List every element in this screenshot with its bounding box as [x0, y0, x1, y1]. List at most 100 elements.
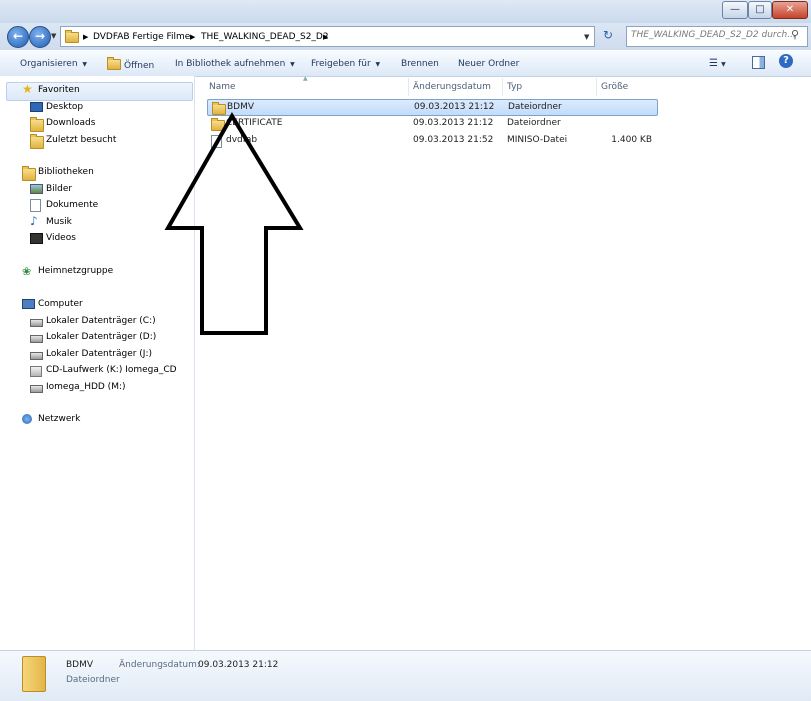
- maximize-button[interactable]: □: [748, 1, 772, 19]
- column-separator[interactable]: [502, 78, 503, 96]
- hard-drive-icon: [30, 319, 43, 327]
- search-placeholder: THE_WALKING_DEAD_S2_D2 durch...: [631, 30, 796, 40]
- nav-drive-j-label: Lokaler Datenträger (J:): [46, 349, 153, 359]
- command-bar: Organisieren ▼ Öffnen In Bibliothek aufn…: [0, 50, 811, 77]
- nav-videos[interactable]: Videos: [30, 231, 76, 246]
- column-separator[interactable]: [408, 78, 409, 96]
- folder-large-icon: [22, 656, 46, 692]
- nav-drive-c-label: Lokaler Datenträger (C:): [46, 316, 156, 326]
- nav-documents-label: Dokumente: [46, 200, 99, 210]
- chevron-down-icon: ▼: [373, 61, 381, 68]
- column-date[interactable]: Änderungsdatum: [413, 80, 491, 94]
- view-options-icon[interactable]: ☰ ▼: [709, 57, 726, 71]
- nav-videos-label: Videos: [46, 233, 76, 243]
- nav-libraries[interactable]: Bibliotheken: [22, 165, 94, 181]
- nav-homegroup-label: Heimnetzgruppe: [38, 266, 114, 276]
- minimize-button[interactable]: —: [722, 1, 748, 19]
- file-size: 1.400 KB: [611, 135, 652, 145]
- back-button[interactable]: ←: [7, 26, 29, 48]
- nav-computer[interactable]: Computer: [22, 297, 83, 312]
- preview-pane-icon[interactable]: [752, 56, 765, 69]
- nav-drive-c[interactable]: Lokaler Datenträger (C:): [30, 314, 156, 329]
- nav-network[interactable]: Netzwerk: [22, 412, 81, 427]
- title-bar: — □ ✕: [0, 0, 811, 23]
- sort-indicator-icon: ▲: [303, 75, 308, 82]
- cd-drive-icon: [30, 366, 42, 377]
- folder-icon: [65, 30, 79, 43]
- address-bar-area: ← → ▼ ▶ DVDFAB Fertige Filme ▶ THE_WALKI…: [0, 23, 811, 50]
- search-icon[interactable]: ⚲: [791, 28, 799, 41]
- nav-desktop-label: Desktop: [46, 102, 84, 112]
- nav-libraries-label: Bibliotheken: [38, 167, 94, 177]
- details-name: BDMV: [66, 660, 94, 670]
- new-folder-button[interactable]: Neuer Ordner: [458, 57, 519, 71]
- nav-downloads[interactable]: Downloads: [30, 116, 95, 132]
- pictures-icon: [30, 184, 43, 194]
- breadcrumb-dvdfab[interactable]: DVDFAB Fertige Filme: [93, 30, 190, 44]
- chevron-right-icon[interactable]: ▶: [323, 30, 328, 44]
- chevron-down-icon: ▼: [288, 61, 295, 68]
- star-icon: ★: [22, 82, 33, 96]
- organize-label: Organisieren: [20, 59, 78, 69]
- nav-drive-d[interactable]: Lokaler Datenträger (D:): [30, 330, 157, 345]
- nav-network-label: Netzwerk: [38, 414, 81, 424]
- details-date-label: Änderungsdatum:: [119, 660, 200, 670]
- folder-open-icon: [107, 57, 121, 70]
- column-type[interactable]: Typ: [507, 80, 522, 94]
- chevron-right-icon[interactable]: ▶: [83, 30, 88, 44]
- help-icon[interactable]: ?: [779, 54, 793, 68]
- nav-drive-k[interactable]: CD-Laufwerk (K:) Iomega_CD: [30, 363, 177, 378]
- nav-drive-k-label: CD-Laufwerk (K:) Iomega_CD: [46, 365, 177, 375]
- nav-drive-j[interactable]: Lokaler Datenträger (J:): [30, 347, 153, 362]
- nav-desktop[interactable]: Desktop: [30, 100, 84, 115]
- up-arrow-annotation: [164, 112, 304, 335]
- nav-recent-label: Zuletzt besucht: [46, 135, 117, 145]
- chevron-down-icon: ▼: [80, 61, 87, 68]
- nav-music-label: Musik: [46, 217, 72, 227]
- column-name[interactable]: Name: [209, 80, 236, 94]
- nav-homegroup[interactable]: ❀ Heimnetzgruppe: [22, 264, 114, 279]
- details-pane: BDMV Änderungsdatum: 09.03.2013 21:12 Da…: [0, 650, 811, 701]
- column-separator[interactable]: [596, 78, 597, 96]
- nav-documents[interactable]: Dokumente: [30, 198, 99, 213]
- recent-places-icon: [30, 134, 44, 149]
- address-dropdown-icon[interactable]: ▼: [584, 30, 589, 44]
- search-field[interactable]: THE_WALKING_DEAD_S2_D2 durch... ⚲: [626, 26, 808, 47]
- burn-button[interactable]: Brennen: [401, 57, 439, 71]
- nav-drive-d-label: Lokaler Datenträger (D:): [46, 332, 157, 342]
- documents-icon: [30, 199, 41, 212]
- nav-drive-m[interactable]: Iomega_HDD (M:): [30, 380, 126, 395]
- nav-pictures[interactable]: Bilder: [30, 182, 73, 197]
- file-date: 09.03.2013 21:52: [413, 135, 494, 145]
- share-with-button[interactable]: Freigeben für ▼: [311, 57, 380, 71]
- nav-music[interactable]: ♪ Musik: [30, 214, 72, 230]
- organize-button[interactable]: Organisieren ▼: [20, 57, 87, 71]
- nav-favorites-label: Favoriten: [38, 85, 80, 95]
- breadcrumb-walking-dead[interactable]: THE_WALKING_DEAD_S2_D2: [201, 30, 329, 44]
- add-to-library-button[interactable]: In Bibliothek aufnehmen ▼: [175, 57, 295, 71]
- hard-drive-icon: [30, 385, 43, 393]
- refresh-icon[interactable]: ↻: [598, 28, 618, 45]
- hard-drive-icon: [30, 352, 43, 360]
- address-field[interactable]: ▶ DVDFAB Fertige Filme ▶ THE_WALKING_DEA…: [60, 26, 595, 47]
- forward-button[interactable]: →: [29, 26, 51, 48]
- downloads-icon: [30, 117, 44, 132]
- library-icon: [22, 166, 36, 181]
- column-size[interactable]: Größe: [601, 80, 628, 94]
- share-label: Freigeben für: [311, 59, 371, 69]
- homegroup-icon: ❀: [22, 265, 32, 278]
- close-button[interactable]: ✕: [772, 1, 808, 19]
- nav-drive-m-label: Iomega_HDD (M:): [46, 382, 126, 392]
- chevron-right-icon[interactable]: ▶: [190, 30, 195, 44]
- nav-pictures-label: Bilder: [46, 184, 73, 194]
- nav-favorites[interactable]: ★ Favoriten: [22, 82, 80, 98]
- favorites-highlight: [6, 82, 193, 101]
- open-label: Öffnen: [124, 61, 155, 71]
- nav-computer-label: Computer: [38, 299, 83, 309]
- open-button[interactable]: Öffnen: [107, 57, 154, 71]
- hard-drive-icon: [30, 335, 43, 343]
- recent-pages-dropdown-icon[interactable]: ▼: [51, 32, 56, 40]
- music-icon: ♪: [30, 214, 38, 228]
- file-type: MINISO-Datei: [507, 135, 568, 145]
- nav-recent[interactable]: Zuletzt besucht: [30, 133, 117, 149]
